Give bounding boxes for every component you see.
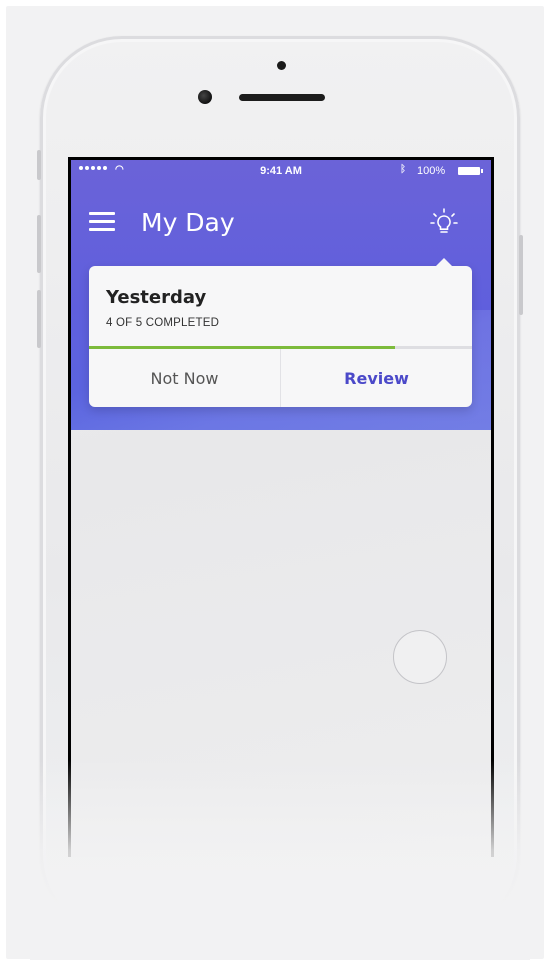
hamburger-menu-icon[interactable] <box>89 212 115 232</box>
proximity-sensor <box>277 61 286 70</box>
earpiece-speaker <box>239 94 325 101</box>
completion-summary: 4 OF 5 COMPLETED <box>106 317 220 329</box>
bluetooth-icon: ᛒ <box>400 164 406 175</box>
add-circle-icon[interactable] <box>393 630 447 684</box>
phone-mute-switch <box>37 150 41 180</box>
phone-volume-up <box>37 215 41 273</box>
battery-percentage: 100% <box>417 165 446 177</box>
review-button[interactable]: Review <box>281 349 472 407</box>
not-now-button[interactable]: Not Now <box>89 349 281 407</box>
front-camera <box>198 90 212 104</box>
app-view: ◠ 9:41 AM ᛒ 100% My Day Yesterday 4 OF 5… <box>71 160 491 857</box>
page-title: My Day <box>141 208 235 237</box>
card-actions: Not Now Review <box>89 349 472 407</box>
phone-power-button <box>519 235 523 315</box>
yesterday-summary-card: Yesterday 4 OF 5 COMPLETED Not Now Revie… <box>89 258 472 407</box>
lightbulb-icon[interactable] <box>427 206 461 240</box>
phone-volume-down <box>37 290 41 348</box>
card-title: Yesterday <box>106 287 207 308</box>
phone-screen: ◠ 9:41 AM ᛒ 100% My Day Yesterday 4 OF 5… <box>68 157 494 857</box>
status-bar: ◠ 9:41 AM ᛒ 100% <box>71 160 491 182</box>
bottom-fade <box>30 760 530 960</box>
battery-icon <box>458 167 483 175</box>
card-pointer <box>435 258 453 267</box>
